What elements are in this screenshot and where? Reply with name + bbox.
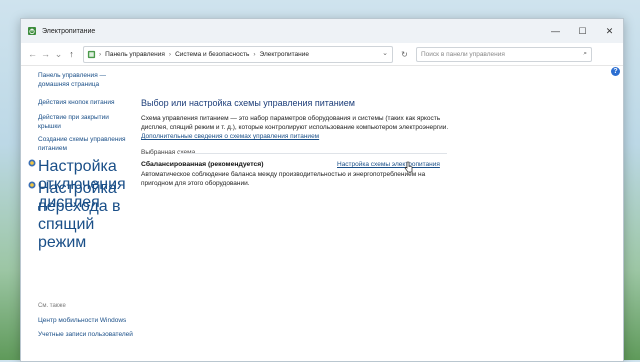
plan-name: Сбалансированная (рекомендуется) — [141, 161, 264, 168]
chevron-down-icon: ⌄ — [54, 48, 63, 59]
up-button[interactable]: ↑ — [65, 46, 78, 62]
arrow-up-icon: ↑ — [69, 49, 74, 59]
sidebar-item-create-plan[interactable]: Создание схемы управления питанием — [38, 136, 133, 153]
breadcrumb-separator-icon: › — [99, 50, 102, 58]
close-icon: ✕ — [605, 25, 614, 36]
breadcrumb-control-panel[interactable]: Панель управления — [105, 51, 165, 58]
sidebar-item-sleep[interactable]: Настройка перехода в спящий режим — [25, 180, 133, 252]
breadcrumb-separator-icon: › — [253, 50, 256, 58]
sidebar-home-link[interactable]: Панель управления — домашняя страница — [38, 72, 133, 89]
address-dropdown-icon[interactable]: ⌄ — [382, 49, 388, 57]
sidebar-item-label: Настройка перехода в спящий режим — [38, 180, 121, 251]
close-button[interactable]: ✕ — [596, 19, 623, 43]
recent-locations-button[interactable]: ⌄ — [52, 46, 65, 62]
window-title: Электропитание — [42, 27, 96, 35]
control-panel-icon — [87, 50, 96, 58]
search-placeholder: Поиск в панели управления — [421, 50, 505, 58]
address-bar[interactable]: › Панель управления › Система и безопасн… — [83, 45, 393, 63]
title-bar: Электропитание — ☐ ✕ — [21, 19, 623, 43]
sidebar: Панель управления — домашняя страница Де… — [21, 65, 133, 360]
breadcrumb-power-options[interactable]: Электропитание — [260, 51, 310, 58]
refresh-icon: ↻ — [401, 49, 408, 59]
help-icon: ? — [613, 68, 618, 75]
shield-icon — [28, 181, 36, 189]
hand-cursor-icon — [404, 161, 413, 173]
search-input[interactable]: Поиск в панели управления ⌕ — [416, 46, 592, 62]
forward-button[interactable]: → — [39, 46, 52, 62]
minimize-icon: — — [551, 26, 560, 36]
sidebar-item-lid-close[interactable]: Действие при закрытии крышки — [38, 114, 133, 131]
sidebar-item-power-buttons[interactable]: Действия кнопок питания — [38, 99, 133, 108]
power-options-icon — [28, 27, 36, 35]
plan-description: Автоматическое соблюдение баланса между … — [141, 171, 426, 187]
minimize-button[interactable]: — — [542, 19, 569, 43]
help-button[interactable]: ? — [611, 67, 620, 76]
maximize-button[interactable]: ☐ — [569, 19, 596, 43]
arrow-right-icon: → — [41, 49, 50, 59]
breadcrumb-system-security[interactable]: Система и безопасность — [175, 51, 249, 58]
plan-settings-link[interactable]: Настройка схемы электропитания — [337, 161, 440, 168]
shield-icon — [28, 159, 36, 167]
more-info-link[interactable]: Дополнительные сведения о схемах управле… — [141, 133, 319, 140]
refresh-button[interactable]: ↻ — [397, 47, 412, 62]
search-icon: ⌕ — [583, 50, 587, 57]
page-description: Схема управления питанием — это набор па… — [141, 115, 449, 131]
control-panel-window: Электропитание — ☐ ✕ ← → ⌄ ↑ › Панель уп… — [20, 18, 624, 362]
section-divider — [179, 153, 447, 154]
arrow-left-icon: ← — [28, 49, 37, 59]
maximize-icon: ☐ — [578, 25, 587, 36]
page-title: Выбор или настройка схемы управления пит… — [141, 98, 355, 108]
see-also-mobility-center[interactable]: Центр мобильности Windows — [38, 317, 133, 326]
navigation-bar: ← → ⌄ ↑ › Панель управления › Система и … — [21, 43, 623, 66]
back-button[interactable]: ← — [26, 46, 39, 62]
see-also-user-accounts[interactable]: Учетные записи пользователей — [38, 331, 133, 340]
see-also-heading: См. также — [38, 303, 66, 309]
breadcrumb-separator-icon: › — [168, 50, 172, 58]
